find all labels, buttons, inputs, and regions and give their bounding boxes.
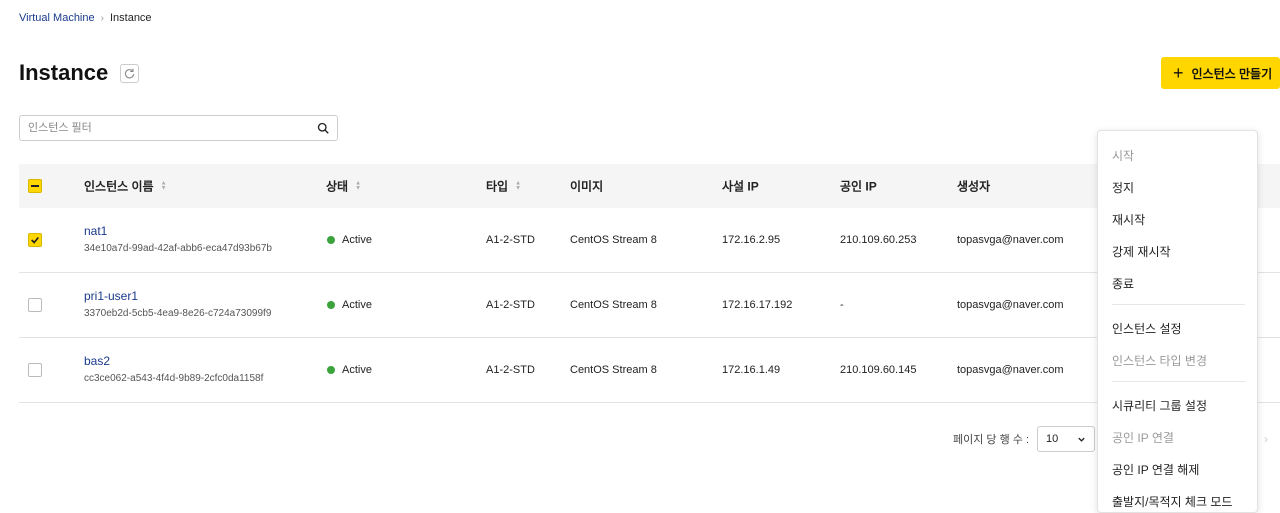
menu-divider xyxy=(1112,304,1245,305)
status-label: Active xyxy=(342,234,372,246)
table-row[interactable]: pri1-user1 3370eb2d-5cb5-4ea9-8e26-c724a… xyxy=(19,273,1280,338)
instance-id: 3370eb2d-5cb5-4ea9-8e26-c724a73099f9 xyxy=(84,308,272,319)
search-icon[interactable] xyxy=(317,122,329,134)
refresh-button[interactable] xyxy=(120,63,140,83)
row-select-cell xyxy=(28,298,42,312)
creator-cell: topasvga@naver.com xyxy=(957,299,1064,311)
breadcrumb: Virtual Machine › Instance xyxy=(19,12,152,24)
instance-name-cell: nat1 34e10a7d-99ad-42af-abb6-eca47d93b67… xyxy=(84,224,272,254)
header-public-ip-label: 공인 IP xyxy=(840,179,877,194)
header-image-label: 이미지 xyxy=(570,179,604,194)
header-image: 이미지 xyxy=(570,178,603,195)
header-creator: 생성자 xyxy=(957,178,990,195)
menu-item-start[interactable]: 시작 xyxy=(1112,147,1134,164)
row-checkbox[interactable] xyxy=(28,298,42,312)
status-cell: Active xyxy=(327,364,372,376)
menu-divider xyxy=(1112,381,1245,382)
type-cell: A1-2-STD xyxy=(486,364,535,376)
header-private-ip-label: 사설 IP xyxy=(722,179,759,194)
menu-item-force-restart[interactable]: 강제 재시작 xyxy=(1112,243,1171,260)
creator-cell: topasvga@naver.com xyxy=(957,364,1064,376)
private-ip-cell: 172.16.1.49 xyxy=(722,364,781,376)
status-cell: Active xyxy=(327,234,372,246)
header-creator-label: 생성자 xyxy=(957,179,991,194)
sort-icon: ▲ ▼ xyxy=(515,180,522,191)
header-status[interactable]: 상태 ▲ ▼ xyxy=(326,178,361,195)
type-cell: A1-2-STD xyxy=(486,299,535,311)
instance-name-cell: pri1-user1 3370eb2d-5cb5-4ea9-8e26-c724a… xyxy=(84,289,271,319)
menu-item-detach-public-ip[interactable]: 공인 IP 연결 해제 xyxy=(1112,461,1199,478)
image-cell: CentOS Stream 8 xyxy=(570,234,657,246)
header-private-ip: 사설 IP xyxy=(722,178,759,195)
next-page-icon[interactable]: › xyxy=(1264,432,1268,446)
instance-id: cc3ce062-a543-4f4d-9b89-2cfc0da1158f xyxy=(84,373,264,384)
header-name-label: 인스턴스 이름 xyxy=(84,179,154,194)
pagination: 페이지 당 행 수 : 10 xyxy=(953,426,1096,452)
header-status-label: 상태 xyxy=(326,179,349,194)
instance-id: 34e10a7d-99ad-42af-abb6-eca47d93b67b xyxy=(84,243,272,254)
create-instance-button[interactable]: + 인스턴스 만들기 xyxy=(1161,57,1280,89)
instance-filter xyxy=(19,115,338,141)
instance-name-link[interactable]: bas2 xyxy=(84,354,263,368)
breadcrumb-virtual-machine[interactable]: Virtual Machine xyxy=(19,12,95,24)
public-ip-cell: 210.109.60.253 xyxy=(840,234,917,246)
header-name[interactable]: 인스턴스 이름 ▲ ▼ xyxy=(84,178,167,195)
image-cell: CentOS Stream 8 xyxy=(570,299,657,311)
type-cell: A1-2-STD xyxy=(486,234,535,246)
plus-icon: + xyxy=(1173,63,1184,83)
breadcrumb-instance: Instance xyxy=(109,12,152,24)
instance-name-cell: bas2 cc3ce062-a543-4f4d-9b89-2cfc0da1158… xyxy=(84,354,263,384)
menu-item-security-group[interactable]: 시큐리티 그룹 설정 xyxy=(1112,397,1207,414)
rows-per-page-select[interactable]: 10 xyxy=(1037,426,1096,452)
image-cell: CentOS Stream 8 xyxy=(570,364,657,376)
instance-filter-input[interactable] xyxy=(28,122,317,134)
rows-per-page-label: 페이지 당 행 수 : xyxy=(953,434,1030,446)
private-ip-cell: 172.16.2.95 xyxy=(722,234,781,246)
table-row[interactable]: bas2 cc3ce062-a543-4f4d-9b89-2cfc0da1158… xyxy=(19,338,1280,403)
table-header: 인스턴스 이름 ▲ ▼ 상태 ▲ ▼ 타입 ▲ ▼ 이미지 사설 IP 공인 IP 생… xyxy=(19,164,1280,208)
checkmark-icon xyxy=(31,236,39,244)
row-checkbox[interactable] xyxy=(28,363,42,377)
sort-icon: ▲ ▼ xyxy=(355,180,362,191)
sort-icon: ▲ ▼ xyxy=(160,180,167,191)
row-checkbox[interactable] xyxy=(28,233,42,247)
private-ip-cell: 172.16.17.192 xyxy=(722,299,793,311)
instance-action-menu: 시작 정지 재시작 강제 재시작 종료 인스턴스 설정 인스턴스 타입 변경 시… xyxy=(1097,130,1258,513)
menu-item-src-dst-check[interactable]: 출발지/목적지 체크 모드 xyxy=(1112,493,1232,510)
public-ip-cell: - xyxy=(840,299,844,311)
title-row: Instance xyxy=(19,60,140,86)
menu-item-restart[interactable]: 재시작 xyxy=(1112,211,1145,228)
chevron-down-icon xyxy=(1078,437,1085,442)
menu-item-terminate[interactable]: 종료 xyxy=(1112,275,1134,292)
status-active-icon xyxy=(327,236,335,244)
table-row[interactable]: nat1 34e10a7d-99ad-42af-abb6-eca47d93b67… xyxy=(19,208,1280,273)
select-all-cell xyxy=(28,179,42,193)
instance-table: 인스턴스 이름 ▲ ▼ 상태 ▲ ▼ 타입 ▲ ▼ 이미지 사설 IP 공인 IP 생… xyxy=(19,164,1280,403)
public-ip-cell: 210.109.60.145 xyxy=(840,364,917,376)
menu-item-change-type[interactable]: 인스턴스 타입 변경 xyxy=(1112,352,1207,369)
status-label: Active xyxy=(342,299,372,311)
row-select-cell xyxy=(28,233,42,247)
creator-cell: topasvga@naver.com xyxy=(957,234,1064,246)
header-type[interactable]: 타입 ▲ ▼ xyxy=(486,178,521,195)
status-active-icon xyxy=(327,301,335,309)
instance-name-link[interactable]: nat1 xyxy=(84,224,272,238)
row-select-cell xyxy=(28,363,42,377)
page-title: Instance xyxy=(19,60,109,85)
menu-item-instance-settings[interactable]: 인스턴스 설정 xyxy=(1112,320,1182,337)
menu-item-attach-public-ip[interactable]: 공인 IP 연결 xyxy=(1112,429,1174,446)
status-label: Active xyxy=(342,364,372,376)
status-cell: Active xyxy=(327,299,372,311)
refresh-icon xyxy=(125,68,135,78)
header-type-label: 타입 xyxy=(486,179,509,194)
menu-item-stop[interactable]: 정지 xyxy=(1112,179,1134,196)
header-public-ip: 공인 IP xyxy=(840,178,877,195)
chevron-right-icon: › xyxy=(100,12,104,24)
select-all-checkbox[interactable] xyxy=(28,179,42,193)
create-instance-label: 인스턴스 만들기 xyxy=(1191,66,1273,81)
status-active-icon xyxy=(327,366,335,374)
rows-per-page-value: 10 xyxy=(1046,433,1059,445)
instance-name-link[interactable]: pri1-user1 xyxy=(84,289,271,303)
